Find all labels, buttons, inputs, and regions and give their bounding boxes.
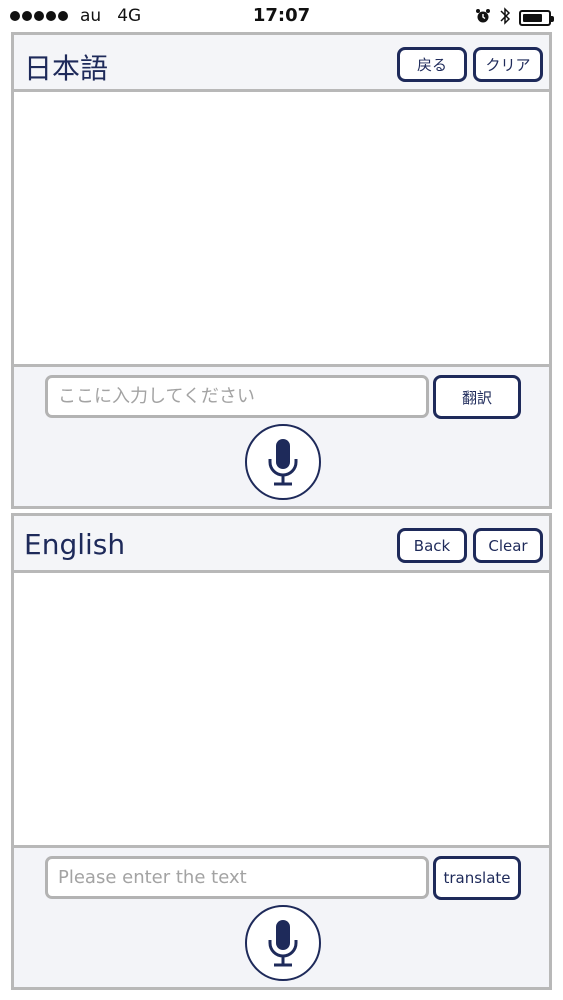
english-clear-button[interactable]: Clear <box>473 528 543 563</box>
english-translate-button[interactable]: translate <box>433 856 521 900</box>
japanese-back-button[interactable]: 戻る <box>397 47 467 82</box>
japanese-panel: 日本語 戻る クリア 翻訳 <box>11 32 552 509</box>
english-text-area[interactable] <box>14 573 549 848</box>
japanese-translate-button[interactable]: 翻訳 <box>433 375 521 419</box>
english-panel: English Back Clear translate <box>11 513 552 990</box>
status-right <box>475 6 554 30</box>
japanese-clear-button[interactable]: クリア <box>473 47 543 82</box>
bluetooth-icon <box>499 6 511 30</box>
battery-tip <box>551 16 554 22</box>
english-back-button[interactable]: Back <box>397 528 467 563</box>
japanese-panel-header: 日本語 戻る クリア <box>14 35 549 92</box>
status-bar: au 4G 17:07 <box>0 0 563 32</box>
japanese-input[interactable] <box>45 375 429 418</box>
english-panel-header: English Back Clear <box>14 516 549 573</box>
japanese-mic-button[interactable] <box>245 424 321 500</box>
japanese-text-area[interactable] <box>14 92 549 367</box>
japanese-title: 日本語 <box>24 52 109 85</box>
microphone-icon <box>268 920 298 967</box>
alarm-clock-icon <box>475 8 491 28</box>
english-input[interactable] <box>45 856 429 899</box>
battery-level <box>523 14 542 22</box>
microphone-icon <box>268 439 298 486</box>
english-title: English <box>24 528 126 561</box>
battery-icon <box>519 10 554 26</box>
english-mic-button[interactable] <box>245 905 321 981</box>
